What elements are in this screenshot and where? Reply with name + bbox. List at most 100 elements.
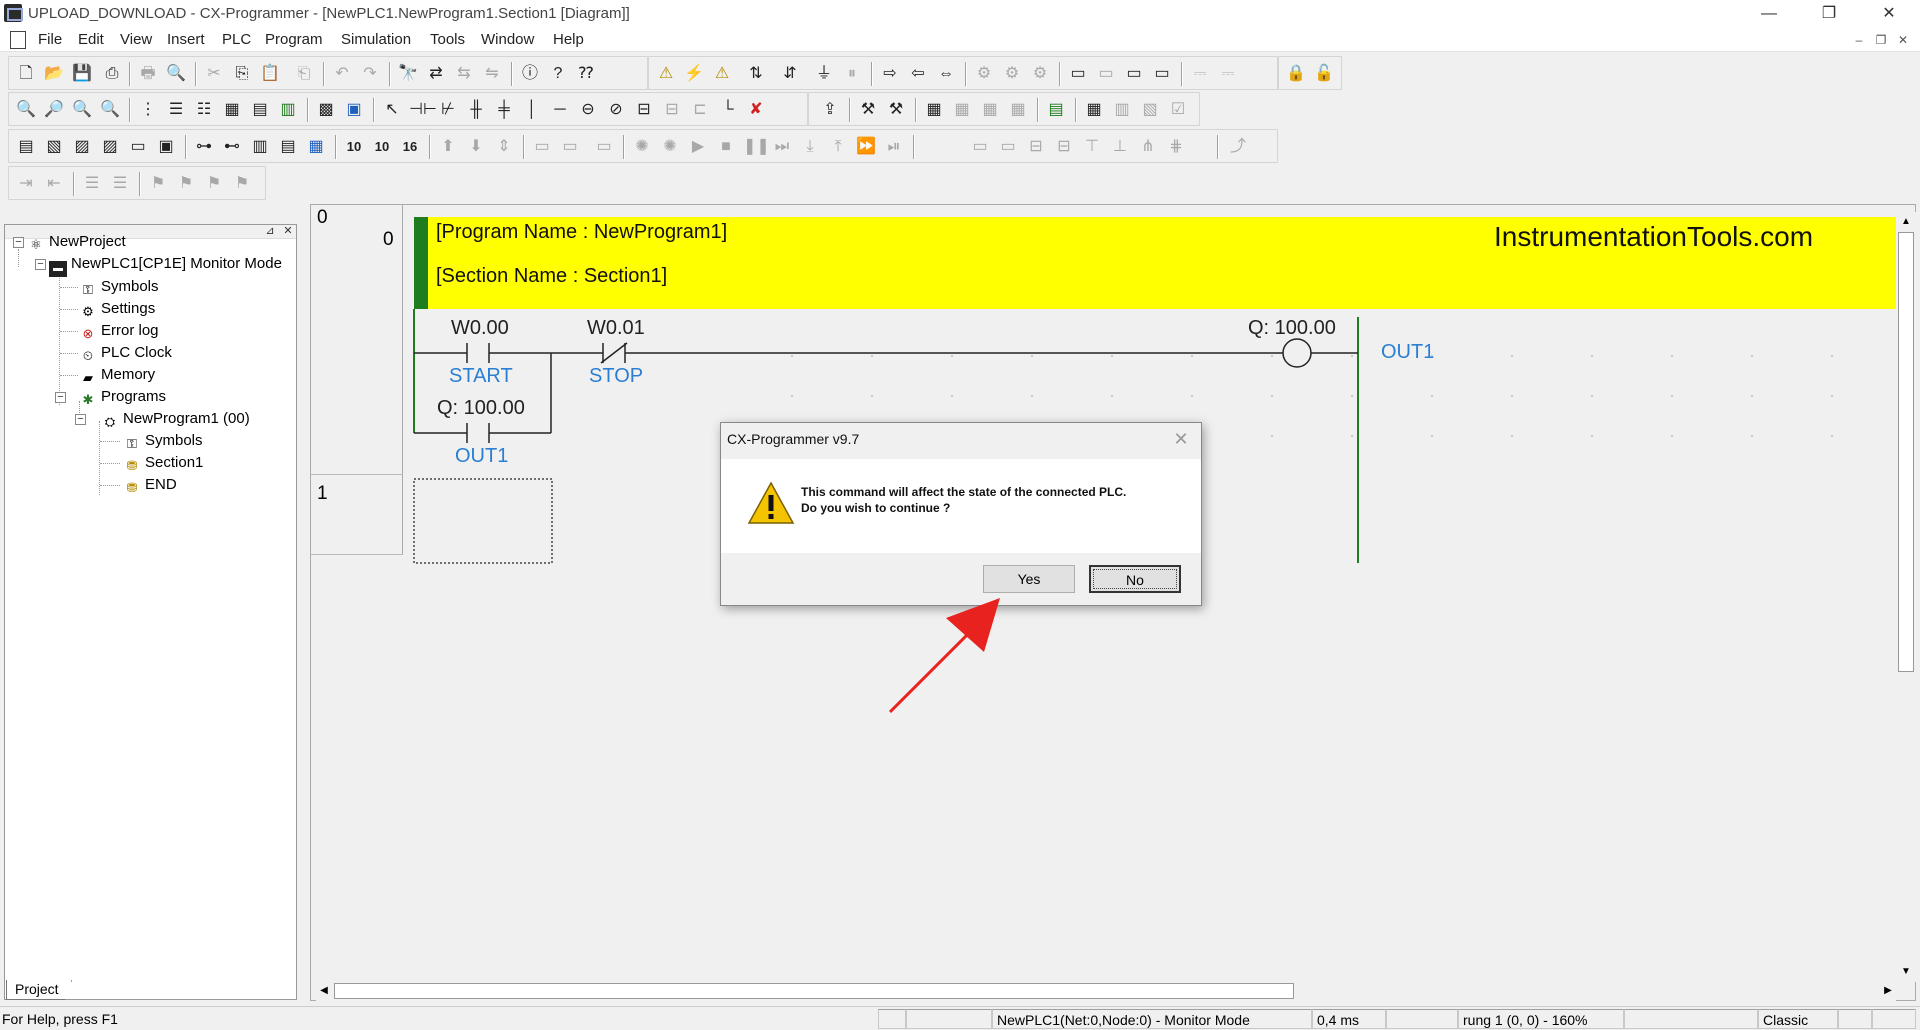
zoom-small-icon[interactable]: 🔍	[15, 100, 37, 120]
new-function-icon[interactable]: ⊏	[689, 100, 711, 120]
differential-monitor-icon[interactable]: ⇅	[745, 64, 767, 84]
task-list-icon[interactable]: ▤	[1045, 100, 1067, 120]
auto-online-icon[interactable]: ⚡	[683, 64, 705, 84]
tree-programs[interactable]: ✱ Programs	[79, 386, 166, 408]
mdi-minimize-icon[interactable]: –	[1850, 32, 1868, 48]
redo-icon[interactable]: ↷	[359, 64, 381, 84]
pause-monitor-icon[interactable]: ⏸	[841, 64, 863, 84]
cross-reference-icon[interactable]: ⇋	[481, 64, 503, 84]
menu-edit[interactable]: Edit	[78, 31, 104, 48]
data-table-icon[interactable]: ▦	[1083, 100, 1105, 120]
vertical-scrollbar[interactable]: ▲ ▼	[1896, 212, 1916, 982]
sfc-view-icon[interactable]: ▥	[249, 137, 271, 157]
zoom-in-icon[interactable]: 🔎	[43, 100, 65, 120]
transfer-from-plc-icon[interactable]: ⇦	[907, 64, 929, 84]
scroll-down-icon[interactable]: ▼	[1898, 964, 1914, 980]
select-mode-icon[interactable]: ↖	[381, 100, 403, 120]
unlock-icon[interactable]: 🔓	[1313, 64, 1335, 84]
set-off-icon[interactable]: ⬇	[465, 137, 487, 157]
condition-clear-icon[interactable]: ⊥	[1109, 137, 1131, 157]
step-run-icon[interactable]: ⏭	[771, 137, 793, 157]
contact-stop-address[interactable]: W0.01	[587, 317, 645, 340]
format-hex-icon[interactable]: 16	[399, 137, 421, 157]
plc-io-table-icon[interactable]: ▭	[1095, 64, 1117, 84]
scan-replay-icon[interactable]: ⏯	[883, 137, 905, 157]
program-tree-icon[interactable]: ▥	[277, 100, 299, 120]
run-icon[interactable]: ▶	[687, 137, 709, 157]
copy-icon[interactable]: ⎘	[231, 64, 253, 84]
save-icon[interactable]: 💾	[71, 64, 93, 84]
replace-icon[interactable]: ⇄	[425, 64, 447, 84]
indent-icon[interactable]: ⇥	[15, 174, 37, 194]
expand-programs-icon[interactable]: −	[55, 392, 66, 403]
menu-window[interactable]: Window	[481, 31, 534, 48]
new-closed-contact-icon[interactable]: ⊬	[437, 100, 459, 120]
sim-settings-icon[interactable]: ▭	[593, 137, 615, 157]
force-icon[interactable]: ⏚	[813, 64, 835, 84]
work-online-icon[interactable]: ⚠	[655, 64, 677, 84]
output-window-icon[interactable]: ▨	[71, 137, 93, 157]
compile-icon[interactable]: ⚒	[857, 100, 879, 120]
zoom-fit-icon[interactable]: 🔍	[99, 100, 121, 120]
horizontal-line-icon[interactable]: ─	[549, 100, 571, 120]
watch-window-icon[interactable]: ▣	[343, 100, 365, 120]
comments-icon[interactable]: ☰	[165, 100, 187, 120]
tree-section[interactable]: ⛃ Section1	[123, 452, 204, 474]
st-view-icon[interactable]: ⊷	[221, 137, 243, 157]
new-coil-icon[interactable]: ⊖	[577, 100, 599, 120]
menu-view[interactable]: View	[120, 31, 152, 48]
new-or-closed-contact-icon[interactable]: ╪	[493, 100, 515, 120]
io-table-icon[interactable]: ▦	[923, 100, 945, 120]
set-on-icon[interactable]: ⬆	[437, 137, 459, 157]
pause-icon[interactable]: ❚❚	[743, 137, 770, 157]
contact-stop-symbol[interactable]: STOP	[589, 365, 643, 388]
new-file-icon[interactable]: 🗋	[15, 64, 37, 84]
step-out-icon[interactable]: ⤒	[827, 137, 849, 157]
menu-plc[interactable]: PLC	[222, 31, 251, 48]
unit-setup-icon[interactable]: ▦	[979, 100, 1001, 120]
step-in-icon[interactable]: ⤓	[799, 137, 821, 157]
memory-card-icon[interactable]: ▦	[1007, 100, 1029, 120]
ladder-window-icon[interactable]: ▧	[43, 137, 65, 157]
tree-settings[interactable]: ⚙ Settings	[79, 298, 155, 320]
lock-icon[interactable]: 🔒	[1285, 64, 1307, 84]
transfer-to-plc-icon[interactable]: ⇨	[879, 64, 901, 84]
hscroll-thumb[interactable]	[334, 983, 1294, 999]
close-panel-icon[interactable]: ✕	[281, 225, 295, 238]
mdi-restore-icon[interactable]: ❐	[1872, 32, 1890, 48]
project-tab[interactable]: Project	[6, 980, 72, 1000]
ladder-view-icon[interactable]: ⊶	[193, 137, 215, 157]
expand-project-icon[interactable]: −	[13, 237, 24, 248]
tree-project[interactable]: ⚛ NewProject	[27, 231, 126, 253]
vertical-line-icon[interactable]: │	[521, 100, 543, 120]
about-icon[interactable]: ⓘ	[519, 64, 541, 84]
tree-plc-clock[interactable]: ⏲ PLC Clock	[79, 342, 172, 364]
online-edit-icon[interactable]: ⎓	[1189, 64, 1211, 84]
print-icon[interactable]: 🖶	[137, 64, 159, 84]
tree-error-log[interactable]: ⊗ Error log	[79, 320, 159, 342]
menu-file[interactable]: File	[38, 31, 62, 48]
sim-io-icon[interactable]: ▭	[559, 137, 581, 157]
debug-mode-icon[interactable]: ⚙	[1001, 64, 1023, 84]
print-preview-icon[interactable]: ⎙	[101, 64, 123, 84]
clear-bookmarks-icon[interactable]: ⚑	[231, 174, 253, 194]
monitor-mode-icon[interactable]: ⚙	[1029, 64, 1051, 84]
data-check-icon[interactable]: ☑	[1167, 100, 1189, 120]
plc-setup-icon[interactable]: ▭	[1123, 64, 1145, 84]
rung-annotation-icon[interactable]: ☷	[193, 100, 215, 120]
force-cancel-icon[interactable]: ⇕	[493, 137, 515, 157]
plc-errors-icon[interactable]: ▭	[1151, 64, 1173, 84]
online-edit-send-icon[interactable]: ⎓	[1217, 64, 1239, 84]
horizontal-scrollbar[interactable]: ◀ ▶	[316, 982, 1896, 1001]
no-button[interactable]: No	[1089, 565, 1181, 593]
data-edit-icon[interactable]: ▧	[1139, 100, 1161, 120]
scroll-thumb[interactable]	[1898, 232, 1914, 672]
compile-all-icon[interactable]: ⚒	[885, 100, 907, 120]
tree-end[interactable]: ⛃ END	[123, 474, 177, 496]
paste-icon[interactable]: 📋	[259, 64, 281, 84]
format-decimal-signed-icon[interactable]: 10	[371, 137, 393, 157]
tree-memory[interactable]: ▰ Memory	[79, 364, 155, 386]
restore-button[interactable]: ❐	[1800, 0, 1858, 28]
prev-bookmark-icon[interactable]: ⚑	[203, 174, 225, 194]
trigger-icon[interactable]: ⋔	[1137, 137, 1159, 157]
